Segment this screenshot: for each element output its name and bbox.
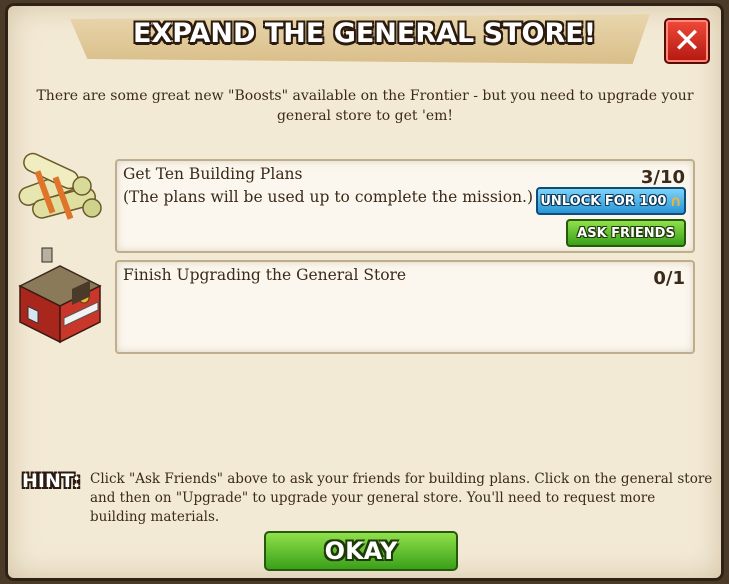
close-button[interactable]: ✕: [664, 18, 710, 64]
hint-text: Click "Ask Friends" above to ask your fr…: [90, 471, 713, 525]
task-title: Get Ten Building Plans: [123, 165, 303, 183]
unlock-button[interactable]: UNLOCK FOR 100 ∩: [536, 187, 686, 215]
building-plans-icon: [18, 152, 102, 220]
dialog-title: EXPAND THE GENERAL STORE!: [132, 18, 597, 49]
intro-text: There are some great new "Boosts" availa…: [36, 88, 694, 124]
task-title: Finish Upgrading the General Store: [123, 266, 407, 284]
task-row-building-plans: Get Ten Building Plans (The plans will b…: [115, 159, 695, 253]
unlock-button-label: UNLOCK FOR 100: [540, 193, 667, 209]
task-progress-count: 0/1: [653, 268, 685, 289]
ask-friends-button[interactable]: ASK FRIENDS: [566, 219, 686, 247]
general-store-icon: [18, 247, 102, 344]
hint-label: HINT:: [22, 470, 81, 492]
task-progress-count: 3/10: [640, 167, 685, 188]
task-description: (The plans will be used up to complete t…: [123, 188, 534, 206]
okay-button[interactable]: OKAY: [264, 531, 458, 571]
task-row-upgrade-store: Finish Upgrading the General Store 0/1: [115, 260, 695, 354]
horseshoe-icon: ∩: [669, 192, 682, 210]
close-icon: ✕: [672, 21, 702, 61]
